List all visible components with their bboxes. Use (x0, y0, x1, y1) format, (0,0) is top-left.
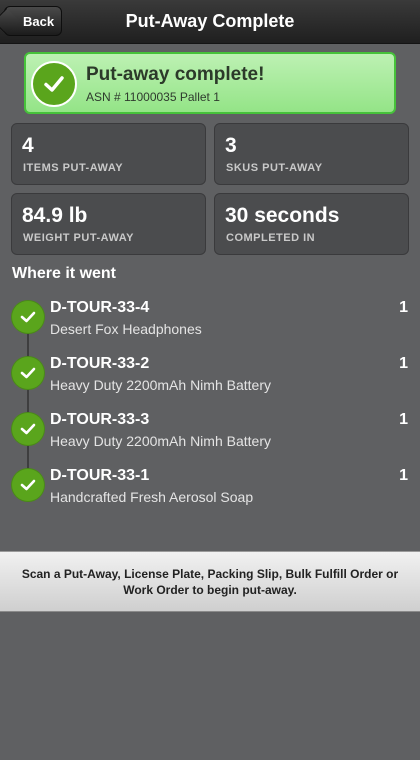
stat-weight-putaway: 84.9 lb WEIGHT PUT-AWAY (11, 193, 206, 255)
back-button[interactable]: Back (4, 6, 62, 36)
item-description: Heavy Duty 2200mAh Nimh Battery (50, 433, 271, 449)
item-description: Handcrafted Fresh Aerosol Soap (50, 489, 254, 505)
stat-skus-putaway: 3 SKUS PUT-AWAY (214, 123, 409, 185)
stat-value: 3 (225, 134, 237, 157)
check-circle-icon (31, 61, 77, 107)
list-item: D-TOUR-33-2 Heavy Duty 2200mAh Nimh Batt… (0, 355, 420, 411)
stat-label: ITEMS PUT-AWAY (23, 162, 124, 174)
item-quantity: 1 (399, 411, 408, 428)
scan-instruction-bar: Scan a Put-Away, License Plate, Packing … (0, 551, 420, 612)
item-location: D-TOUR-33-2 (50, 355, 150, 372)
header-bar: Back Put-Away Complete (0, 0, 420, 44)
item-description: Heavy Duty 2200mAh Nimh Battery (50, 377, 271, 393)
item-location: D-TOUR-33-4 (50, 299, 150, 316)
stat-items-putaway: 4 ITEMS PUT-AWAY (11, 123, 206, 185)
back-button-label: Back (23, 13, 55, 29)
success-banner: Put-away complete! ASN # 11000035 Pallet… (24, 52, 396, 114)
stat-label: WEIGHT PUT-AWAY (23, 232, 134, 244)
check-icon (12, 413, 44, 445)
scan-instruction-text: Scan a Put-Away, License Plate, Packing … (21, 566, 399, 597)
list-item: D-TOUR-33-4 Desert Fox Headphones 1 (0, 299, 420, 355)
banner-title: Put-away complete! (86, 64, 265, 85)
page-title: Put-Away Complete (125, 11, 295, 31)
item-location: D-TOUR-33-1 (50, 467, 150, 484)
check-icon (12, 357, 44, 389)
check-icon (12, 469, 44, 501)
stat-value: 4 (22, 134, 34, 157)
list-item: D-TOUR-33-3 Heavy Duty 2200mAh Nimh Batt… (0, 411, 420, 467)
item-location: D-TOUR-33-3 (50, 411, 150, 428)
list-item: D-TOUR-33-1 Handcrafted Fresh Aerosol So… (0, 467, 420, 523)
stat-label: COMPLETED IN (226, 232, 316, 244)
check-icon (12, 301, 44, 333)
item-quantity: 1 (399, 467, 408, 484)
stat-completed-in: 30 seconds COMPLETED IN (214, 193, 409, 255)
banner-subtitle: ASN # 11000035 Pallet 1 (86, 90, 220, 104)
stat-value: 30 seconds (225, 204, 340, 227)
item-quantity: 1 (399, 355, 408, 372)
item-description: Desert Fox Headphones (50, 321, 202, 337)
where-it-went-heading: Where it went (12, 265, 117, 282)
item-quantity: 1 (399, 299, 408, 316)
stat-value: 84.9 lb (22, 204, 88, 227)
stat-label: SKUS PUT-AWAY (226, 162, 323, 174)
